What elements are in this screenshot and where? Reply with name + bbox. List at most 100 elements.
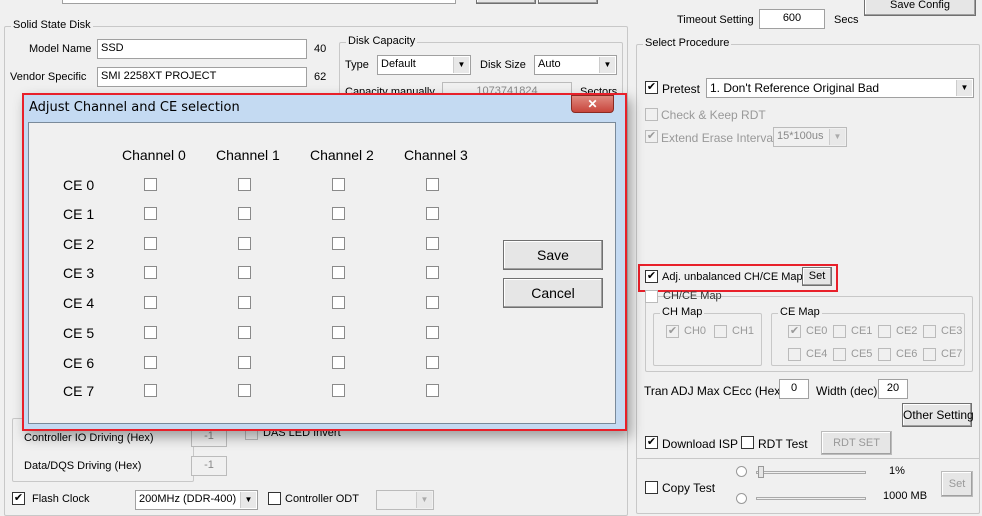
pretest-label: Pretest (662, 82, 701, 96)
divider (636, 458, 980, 459)
timeout-unit: Secs (834, 14, 859, 26)
adj-set-button[interactable]: Set (802, 267, 832, 286)
ce6-ch0-checkbox[interactable] (144, 356, 157, 369)
controller-odt-checkbox[interactable] (268, 492, 281, 505)
ce-row-label: CE 6 (63, 355, 95, 371)
extend-erase-checkbox[interactable]: ✔ (645, 130, 658, 143)
ce3-ch1-checkbox[interactable] (238, 266, 251, 279)
ce2-ch3-checkbox[interactable] (426, 237, 439, 250)
rdt-test-checkbox[interactable] (741, 436, 754, 449)
width-input[interactable]: 20 (878, 379, 908, 399)
ce6-ch1-checkbox[interactable] (238, 356, 251, 369)
ce1-ch0-checkbox[interactable] (144, 207, 157, 220)
proc-ch-0-checkbox[interactable]: ✔ (666, 325, 679, 338)
proc-ce-1-checkbox[interactable] (833, 325, 846, 338)
data-dqs-input[interactable]: -1 (191, 456, 227, 476)
ce7-ch1-checkbox[interactable] (238, 384, 251, 397)
top-button-1[interactable] (476, 0, 536, 4)
top-button-2[interactable] (538, 0, 598, 4)
check-keep-rdt-checkbox[interactable] (645, 108, 658, 121)
proc-ch-1-checkbox[interactable] (714, 325, 727, 338)
dialog-title: Adjust Channel and CE selection (29, 100, 240, 115)
map-label: CE1 (851, 325, 873, 337)
ce5-ch3-checkbox[interactable] (426, 326, 439, 339)
model-name-input[interactable]: SSD (97, 39, 307, 59)
chevron-down-icon: ▼ (453, 57, 469, 73)
close-button[interactable]: ✕ (571, 95, 614, 113)
channel-header: Channel 0 (122, 147, 186, 163)
close-icon: ✕ (587, 97, 598, 111)
proc-ce-3-checkbox[interactable] (923, 325, 936, 338)
vendor-specific-length: 62 (314, 71, 327, 83)
ce5-ch2-checkbox[interactable] (332, 326, 345, 339)
type-select[interactable]: Default ▼ (377, 55, 471, 75)
ce0-ch1-checkbox[interactable] (238, 178, 251, 191)
channel-header: Channel 3 (404, 147, 468, 163)
download-isp-checkbox[interactable]: ✔ (645, 436, 658, 449)
proc-ce-2-checkbox[interactable] (878, 325, 891, 338)
map-label: CE5 (851, 348, 873, 360)
ce2-ch2-checkbox[interactable] (332, 237, 345, 250)
ce0-ch0-checkbox[interactable] (144, 178, 157, 191)
mb-slider[interactable] (756, 497, 866, 500)
copy-set-button[interactable]: Set (941, 471, 973, 497)
proc-ce-5-checkbox[interactable] (833, 348, 846, 361)
slider-handle[interactable] (758, 466, 764, 478)
ce3-ch3-checkbox[interactable] (426, 266, 439, 279)
ce1-ch2-checkbox[interactable] (332, 207, 345, 220)
cancel-button[interactable]: Cancel (503, 278, 603, 308)
save-config-button[interactable]: Save Config (864, 0, 976, 16)
adj-unbalanced-checkbox[interactable]: ✔ (645, 270, 658, 283)
other-setting-button[interactable]: Other Setting (902, 403, 974, 427)
ce6-ch2-checkbox[interactable] (332, 356, 345, 369)
proc-ce-0-checkbox[interactable]: ✔ (788, 325, 801, 338)
controller-odt-select[interactable]: ▼ (376, 490, 434, 510)
pretest-checkbox[interactable]: ✔ (645, 81, 658, 94)
ce4-ch0-checkbox[interactable] (144, 296, 157, 309)
vendor-specific-input[interactable]: SMI 2258XT PROJECT (97, 67, 307, 87)
timeout-input[interactable]: 600 (759, 9, 825, 29)
download-isp-label: Download ISP (662, 437, 739, 451)
ch-ce-map-checkbox[interactable] (645, 290, 658, 303)
proc-ce-6-checkbox[interactable] (878, 348, 891, 361)
flash-clock-select[interactable]: 200MHz (DDR-400) ▼ (135, 490, 258, 510)
top-field[interactable] (62, 0, 456, 4)
proc-ce-7-checkbox[interactable] (923, 348, 936, 361)
ce3-ch2-checkbox[interactable] (332, 266, 345, 279)
ce2-ch0-checkbox[interactable] (144, 237, 157, 250)
ce0-ch2-checkbox[interactable] (332, 178, 345, 191)
tran-adj-input[interactable]: 0 (779, 379, 809, 399)
ce6-ch3-checkbox[interactable] (426, 356, 439, 369)
percent-radio[interactable] (736, 466, 747, 477)
ce7-ch3-checkbox[interactable] (426, 384, 439, 397)
ce7-ch2-checkbox[interactable] (332, 384, 345, 397)
ce4-ch3-checkbox[interactable] (426, 296, 439, 309)
proc-ce-4-checkbox[interactable] (788, 348, 801, 361)
ce4-ch2-checkbox[interactable] (332, 296, 345, 309)
save-button[interactable]: Save (503, 240, 603, 270)
group-title: Solid State Disk (11, 19, 93, 31)
ce7-ch0-checkbox[interactable] (144, 384, 157, 397)
ch-ce-map-label: CH/CE Map (663, 290, 722, 302)
pretest-select[interactable]: 1. Don't Reference Original Bad ▼ (706, 78, 974, 98)
ce2-ch1-checkbox[interactable] (238, 237, 251, 250)
ce4-ch1-checkbox[interactable] (238, 296, 251, 309)
flash-clock-checkbox[interactable]: ✔ (12, 492, 25, 505)
pretest-value: 1. Don't Reference Original Bad (710, 81, 880, 95)
disk-size-select[interactable]: Auto ▼ (534, 55, 617, 75)
ce1-ch3-checkbox[interactable] (426, 207, 439, 220)
map-label: CE7 (941, 348, 963, 360)
ce5-ch0-checkbox[interactable] (144, 326, 157, 339)
percent-slider[interactable] (756, 471, 866, 474)
ce-row-label: CE 1 (63, 206, 95, 222)
rdt-set-button[interactable]: RDT SET (821, 431, 892, 455)
ce5-ch1-checkbox[interactable] (238, 326, 251, 339)
mb-radio[interactable] (736, 493, 747, 504)
map-label: CE3 (941, 325, 963, 337)
group-title: CE Map (778, 306, 822, 318)
extend-erase-select[interactable]: 15*100us ▼ (773, 127, 847, 147)
ce1-ch1-checkbox[interactable] (238, 207, 251, 220)
copy-test-checkbox[interactable] (645, 481, 658, 494)
ce0-ch3-checkbox[interactable] (426, 178, 439, 191)
ce3-ch0-checkbox[interactable] (144, 266, 157, 279)
